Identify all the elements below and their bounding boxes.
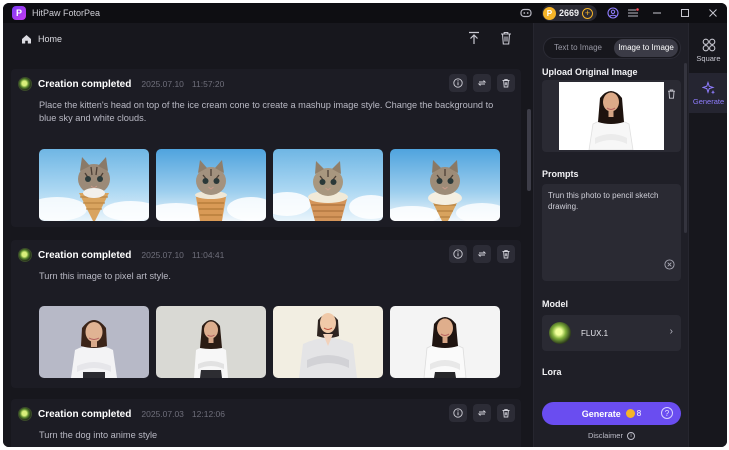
result-image[interactable]	[273, 306, 383, 378]
feed-toolbar: Home	[3, 23, 533, 55]
result-thumbnails	[39, 149, 500, 221]
result-image[interactable]	[273, 149, 383, 221]
title-bar: P HitPaw FotorPea P 2669 +	[3, 3, 727, 23]
prompts-section-label: Prompts	[542, 169, 579, 179]
upload-section-label: Upload Original Image	[542, 67, 638, 77]
card-title: Creation completed	[38, 408, 132, 420]
discord-icon[interactable]	[516, 3, 536, 23]
home-icon	[22, 35, 31, 44]
delete-icon[interactable]	[497, 245, 515, 263]
help-icon[interactable]: ?	[661, 407, 673, 419]
creation-status-icon	[18, 248, 32, 262]
app-window: P HitPaw FotorPea P 2669 + Home Creation…	[3, 3, 727, 447]
close-button[interactable]	[699, 3, 727, 23]
info-icon: i	[627, 432, 636, 441]
info-icon[interactable]	[449, 245, 467, 263]
app-logo-icon: P	[12, 6, 26, 20]
prompt-text[interactable]: Trun this photo to pencil sketch drawing…	[548, 190, 673, 212]
clear-prompt-icon[interactable]	[664, 257, 675, 275]
result-image[interactable]	[156, 306, 266, 378]
card-title: Creation completed	[38, 249, 132, 261]
creation-status-icon	[18, 407, 32, 421]
tab-text-to-image[interactable]: Text to Image	[546, 39, 610, 57]
coin-icon	[625, 409, 635, 418]
panel-scrollbar[interactable]	[684, 63, 687, 233]
account-icon[interactable]	[603, 3, 623, 23]
mode-toggle: Text to Image Image to Image	[543, 37, 681, 59]
regenerate-icon[interactable]	[473, 404, 491, 422]
grid-icon	[702, 38, 715, 51]
lora-section-label: Lora	[542, 367, 562, 377]
rail-label: Square	[696, 53, 721, 63]
creation-card: Creation completed 2025.07.03 12:12:06 T…	[11, 399, 521, 447]
info-icon[interactable]	[449, 74, 467, 92]
minimize-button[interactable]	[643, 3, 671, 23]
model-avatar-icon	[549, 322, 571, 344]
result-image[interactable]	[390, 306, 500, 378]
result-image[interactable]	[390, 149, 500, 221]
side-rail: Square Generate	[688, 23, 727, 447]
card-time: 11:04:41	[191, 250, 225, 260]
history-feed: Home Creation completed 2025.07.10 11:57…	[3, 23, 533, 447]
card-time: 11:57:20	[191, 79, 225, 89]
card-prompt: Place the kitten's head on top of the ic…	[39, 100, 494, 123]
creation-status-icon	[18, 77, 32, 91]
result-thumbnails	[39, 306, 500, 378]
disclaimer-link[interactable]: Disclaimer i	[534, 431, 689, 441]
regenerate-icon[interactable]	[473, 245, 491, 263]
regenerate-icon[interactable]	[473, 74, 491, 92]
result-image[interactable]	[156, 149, 266, 221]
disclaimer-label: Disclaimer	[587, 431, 623, 440]
chevron-right-icon: ›	[669, 326, 673, 337]
result-image[interactable]	[39, 306, 149, 378]
delete-icon[interactable]	[497, 404, 515, 422]
coin-count: 2669	[558, 8, 579, 18]
title-bar-controls: P 2669 +	[516, 3, 727, 23]
card-prompt: Turn the dog into anime style	[39, 430, 158, 440]
upload-dropzone[interactable]	[542, 80, 681, 152]
generate-cost: 8	[636, 409, 642, 418]
scroll-to-top-icon[interactable]	[465, 29, 483, 47]
coin-balance[interactable]: P 2669 +	[541, 5, 597, 21]
rail-item-generate[interactable]: Generate	[689, 73, 727, 113]
delete-all-icon[interactable]	[497, 29, 515, 47]
rail-item-square[interactable]: Square	[689, 31, 727, 69]
remove-image-icon[interactable]	[667, 86, 676, 104]
rail-label: Generate	[692, 96, 725, 106]
creation-card: Creation completed 2025.07.10 11:04:41 T…	[11, 240, 521, 388]
add-coins-icon[interactable]: +	[582, 7, 593, 19]
card-date: 2025.07.10	[141, 79, 184, 89]
model-section-label: Model	[542, 299, 568, 309]
feed-scrollbar-thumb[interactable]	[527, 109, 531, 191]
maximize-button[interactable]	[671, 3, 699, 23]
home-link[interactable]: Home	[21, 34, 62, 44]
generate-button[interactable]: Generate 8 ?	[542, 402, 681, 425]
card-date: 2025.07.03	[141, 409, 184, 419]
app-title: HitPaw FotorPea	[32, 8, 101, 18]
coin-icon: P	[542, 6, 556, 20]
card-time: 12:12:06	[191, 409, 225, 419]
model-selector[interactable]: FLUX.1 ›	[542, 315, 681, 351]
info-icon[interactable]	[449, 404, 467, 422]
feed-scrollbar[interactable]	[527, 57, 531, 437]
card-prompt: Turn this image to pixel art style.	[39, 271, 171, 281]
generate-label: Generate	[581, 408, 621, 419]
tab-image-to-image[interactable]: Image to Image	[614, 39, 678, 57]
card-date: 2025.07.10	[141, 250, 184, 260]
delete-icon[interactable]	[497, 74, 515, 92]
sparkle-icon	[701, 80, 715, 94]
prompt-textarea[interactable]: Trun this photo to pencil sketch drawing…	[542, 184, 681, 281]
home-label: Home	[38, 34, 63, 44]
generation-panel: Text to Image Image to Image Upload Orig…	[533, 23, 688, 447]
model-name: FLUX.1	[581, 328, 609, 338]
card-title: Creation completed	[38, 78, 132, 90]
result-image[interactable]	[39, 149, 149, 221]
creation-card: Creation completed 2025.07.10 11:57:20 P…	[11, 69, 521, 227]
uploaded-image	[559, 82, 664, 150]
menu-icon[interactable]	[623, 3, 643, 23]
